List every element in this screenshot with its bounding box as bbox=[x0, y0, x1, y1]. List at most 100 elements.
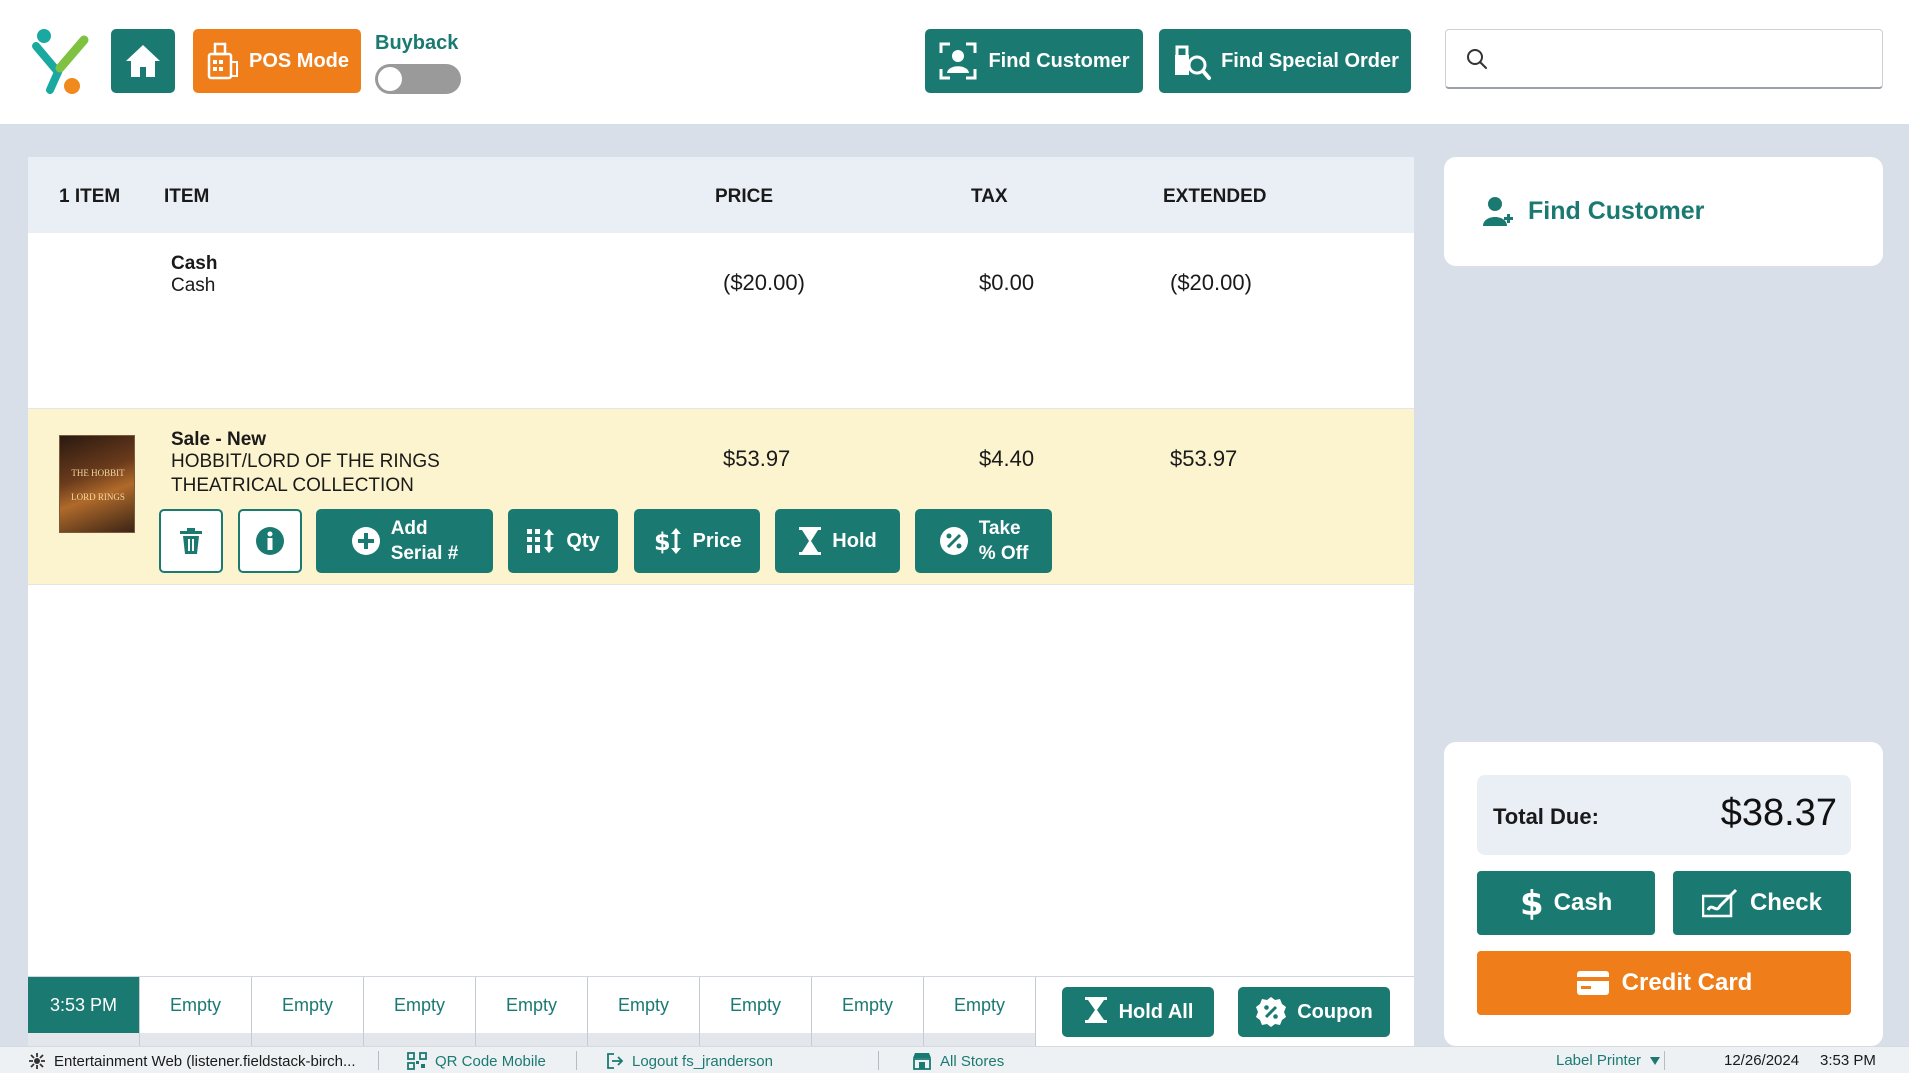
line-type: Sale - New bbox=[171, 429, 267, 450]
quantity-icon bbox=[527, 529, 555, 553]
add-serial-label-2: Serial # bbox=[390, 543, 459, 564]
coupon-button[interactable]: Coupon bbox=[1238, 987, 1390, 1037]
app-logo-icon bbox=[28, 28, 92, 96]
customer-panel[interactable]: Find Customer bbox=[1444, 157, 1883, 266]
line-price: $53.97 bbox=[723, 446, 791, 471]
cart-panel: 1 ITEM ITEM PRICE TAX EXTENDED Cash Cash… bbox=[28, 157, 1414, 1047]
line-tax: $0.00 bbox=[979, 270, 1035, 295]
line-tax: $4.40 bbox=[979, 446, 1035, 471]
hold-slot[interactable]: Empty bbox=[924, 977, 1036, 1033]
add-serial-button[interactable]: Add Serial # bbox=[316, 509, 493, 573]
item-info-button[interactable] bbox=[238, 509, 302, 573]
credit-card-icon bbox=[1576, 971, 1609, 995]
qr-code-icon bbox=[407, 1052, 427, 1070]
status-app-label: Entertainment Web (listener.fieldstack-b… bbox=[54, 1052, 356, 1070]
label-printer-label: Label Printer bbox=[1556, 1052, 1642, 1069]
customer-scan-icon bbox=[939, 42, 977, 80]
qr-code-mobile-label: QR Code Mobile bbox=[435, 1052, 546, 1070]
hold-slot[interactable]: Empty bbox=[364, 977, 476, 1033]
line-description-1: HOBBIT/LORD OF THE RINGS bbox=[171, 451, 440, 472]
hold-slot-active[interactable]: 3:53 PM bbox=[28, 977, 140, 1033]
status-bar: Entertainment Web (listener.fieldstack-b… bbox=[0, 1046, 1909, 1073]
total-due-box: Total Due: $38.37 bbox=[1477, 775, 1851, 855]
hold-slot[interactable]: Empty bbox=[476, 977, 588, 1033]
percent-icon bbox=[939, 527, 968, 555]
pos-terminal-icon bbox=[207, 42, 238, 80]
take-off-label-2: % Off bbox=[978, 543, 1029, 564]
all-stores-link[interactable]: All Stores bbox=[912, 1052, 1004, 1070]
cash-label: Cash bbox=[1553, 889, 1613, 916]
cart-header: 1 ITEM ITEM PRICE TAX EXTENDED bbox=[28, 157, 1414, 233]
hold-label: Hold bbox=[832, 529, 877, 552]
credit-card-label: Credit Card bbox=[1621, 969, 1753, 996]
line-extended: $53.97 bbox=[1170, 446, 1238, 471]
hold-slot[interactable]: Empty bbox=[252, 977, 364, 1033]
credit-card-payment-button[interactable]: Credit Card bbox=[1477, 951, 1851, 1015]
line-price: ($20.00) bbox=[723, 270, 805, 295]
add-serial-label-1: Add bbox=[390, 518, 428, 539]
total-due-value: $38.37 bbox=[1720, 792, 1837, 834]
app-status-icon bbox=[29, 1053, 45, 1069]
line-description: Cash bbox=[171, 275, 216, 296]
hold-slot[interactable]: Empty bbox=[812, 977, 924, 1033]
status-date: 12/26/2024 bbox=[1724, 1052, 1800, 1069]
column-header-count: 1 ITEM bbox=[59, 186, 121, 207]
logout-icon bbox=[607, 1053, 624, 1069]
pos-mode-button[interactable]: POS Mode bbox=[193, 29, 361, 93]
delete-line-button[interactable] bbox=[159, 509, 223, 573]
store-icon bbox=[913, 1053, 931, 1070]
hold-item-button[interactable]: Hold bbox=[775, 509, 900, 573]
cart-row-cash[interactable]: Cash Cash ($20.00) $0.00 ($20.00) bbox=[28, 233, 1414, 409]
search-icon bbox=[1467, 48, 1487, 69]
chevron-down-icon bbox=[1650, 1056, 1661, 1065]
add-circle-icon bbox=[351, 527, 380, 555]
total-due-label: Total Due: bbox=[1493, 804, 1599, 829]
special-order-search-icon bbox=[1175, 45, 1212, 80]
find-customer-label: Find Customer bbox=[988, 49, 1130, 72]
column-header-price: PRICE bbox=[715, 186, 774, 207]
quantity-label: Qty bbox=[566, 529, 600, 552]
price-override-button[interactable]: $ Price bbox=[634, 509, 760, 573]
hourglass-icon bbox=[799, 527, 822, 555]
cash-payment-button[interactable]: $ Cash bbox=[1477, 871, 1655, 935]
check-payment-button[interactable]: Check bbox=[1673, 871, 1851, 935]
svg-text:$: $ bbox=[654, 528, 671, 556]
line-extended: ($20.00) bbox=[1170, 270, 1252, 295]
buyback-label: Buyback bbox=[375, 32, 459, 54]
pos-mode-label: POS Mode bbox=[248, 49, 349, 72]
search-field[interactable] bbox=[1445, 29, 1883, 89]
take-percent-off-button[interactable]: Take % Off bbox=[915, 509, 1052, 573]
column-header-tax: TAX bbox=[971, 186, 1008, 207]
trash-icon bbox=[180, 528, 202, 554]
cart-row-item[interactable]: THE HOBBIT LORD RINGS Sale - New HOBBIT/… bbox=[28, 409, 1414, 585]
all-stores-label: All Stores bbox=[940, 1052, 1005, 1070]
logout-label: Logout fs_jranderson bbox=[632, 1052, 773, 1070]
hold-slot[interactable]: Empty bbox=[700, 977, 812, 1033]
line-description-2: THEATRICAL COLLECTION bbox=[171, 475, 414, 496]
search-input[interactable] bbox=[1498, 48, 1868, 69]
check-label: Check bbox=[1749, 889, 1823, 916]
qr-code-mobile-link[interactable]: QR Code Mobile bbox=[407, 1052, 546, 1070]
hold-all-button[interactable]: Hold All bbox=[1062, 987, 1214, 1037]
buyback-toggle[interactable] bbox=[375, 64, 461, 94]
logout-link[interactable]: Logout fs_jranderson bbox=[606, 1052, 773, 1070]
price-adjust-icon: $ bbox=[654, 528, 681, 556]
status-app[interactable]: Entertainment Web (listener.fieldstack-b… bbox=[28, 1052, 356, 1070]
hourglass-icon bbox=[1084, 997, 1107, 1023]
column-header-extended: EXTENDED bbox=[1163, 186, 1267, 207]
find-customer-button[interactable]: Find Customer bbox=[925, 29, 1143, 93]
line-type: Cash bbox=[171, 253, 218, 274]
payment-panel: Total Due: $38.37 $ Cash Check Credit Ca… bbox=[1444, 742, 1883, 1046]
label-printer-select[interactable]: Label Printer bbox=[1556, 1052, 1661, 1069]
hold-slot[interactable]: Empty bbox=[588, 977, 700, 1033]
column-header-item: ITEM bbox=[164, 186, 210, 207]
quantity-button[interactable]: Qty bbox=[508, 509, 618, 573]
find-special-order-button[interactable]: Find Special Order bbox=[1159, 29, 1411, 93]
home-button[interactable] bbox=[111, 29, 175, 93]
hold-slot[interactable]: Empty bbox=[140, 977, 252, 1033]
home-icon bbox=[126, 45, 160, 77]
check-sign-icon bbox=[1701, 888, 1738, 918]
find-special-order-label: Find Special Order bbox=[1221, 49, 1399, 72]
dollar-icon: $ bbox=[1520, 885, 1542, 921]
info-icon bbox=[256, 527, 284, 555]
